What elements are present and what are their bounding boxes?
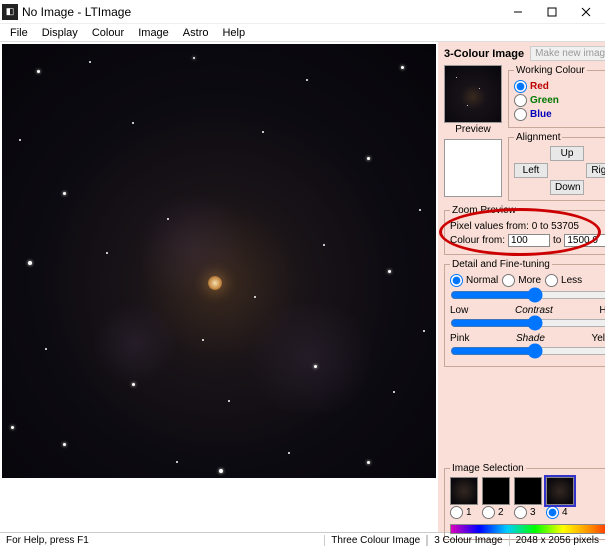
thumb-3[interactable]: [514, 477, 542, 505]
make-new-image-button[interactable]: Make new image: [530, 46, 605, 61]
fine-tuning-fieldset: Detail and Fine-tuning Normal More Less …: [444, 259, 605, 367]
radio-more[interactable]: More: [502, 274, 541, 287]
status-kind: 3 Colour Image: [427, 535, 508, 546]
radio-thumb-3[interactable]: 3: [514, 506, 542, 519]
working-colour-legend: Working Colour: [514, 65, 587, 76]
pixel-values-label: Pixel values from: 0 to 53705: [450, 221, 579, 232]
side-panel: 3-Colour Image Make new image Preview Wo…: [438, 42, 605, 532]
image-selection-legend: Image Selection: [450, 463, 526, 474]
radio-thumb-1[interactable]: 1: [450, 506, 478, 519]
zoom-preview-fieldset: Zoom Preview Pixel values from: 0 to 537…: [444, 205, 605, 255]
panel-title: 3-Colour Image: [444, 48, 524, 60]
radio-normal[interactable]: Normal: [450, 274, 498, 287]
fine-tuning-legend: Detail and Fine-tuning: [450, 259, 552, 270]
image-selection-fieldset: Image Selection 1 2 3 4: [444, 463, 605, 540]
align-left-button[interactable]: Left: [514, 163, 548, 178]
menubar: File Display Colour Image Astro Help: [0, 24, 605, 42]
radio-less[interactable]: Less: [545, 274, 582, 287]
window-title: No Image - LTImage: [22, 5, 501, 19]
menu-display[interactable]: Display: [36, 26, 84, 40]
main-area: 3-Colour Image Make new image Preview Wo…: [0, 42, 605, 532]
menu-help[interactable]: Help: [216, 26, 251, 40]
shade-slider[interactable]: [450, 344, 605, 358]
align-down-button[interactable]: Down: [550, 180, 584, 195]
status-mode: Three Colour Image: [325, 535, 427, 546]
align-up-button[interactable]: Up: [550, 146, 584, 161]
preview-block: Preview: [444, 65, 502, 205]
alignment-legend: Alignment: [514, 132, 562, 143]
minimize-button[interactable]: [501, 1, 535, 23]
zoom-preview-box[interactable]: [444, 139, 502, 197]
thumb-1[interactable]: [450, 477, 478, 505]
thumb-4[interactable]: [546, 477, 574, 505]
radio-red[interactable]: Red: [514, 80, 605, 93]
radio-thumb-2[interactable]: 2: [482, 506, 510, 519]
thumb-2[interactable]: [482, 477, 510, 505]
menu-image[interactable]: Image: [132, 26, 175, 40]
menu-file[interactable]: File: [4, 26, 34, 40]
radio-green[interactable]: Green: [514, 94, 605, 107]
menu-colour[interactable]: Colour: [86, 26, 130, 40]
alignment-fieldset: Alignment Up Left Right Down: [508, 132, 605, 201]
statusbar: For Help, press F1 Three Colour Image 3 …: [0, 532, 605, 548]
preview-thumbnail[interactable]: [444, 65, 502, 123]
working-colour-fieldset: Working Colour Red Green Blue: [508, 65, 605, 128]
maximize-button[interactable]: [535, 1, 569, 23]
spectrum-bar[interactable]: [450, 524, 605, 534]
radio-blue[interactable]: Blue: [514, 108, 605, 121]
preview-label: Preview: [444, 124, 502, 135]
galaxy-image[interactable]: [2, 44, 436, 478]
status-help: For Help, press F1: [0, 535, 325, 546]
image-viewer: [0, 42, 438, 530]
colour-to-input[interactable]: [564, 234, 605, 247]
status-dims: 2048 x 2056 pixels: [509, 535, 605, 546]
detail-slider[interactable]: [450, 288, 605, 302]
app-icon: ◧: [2, 4, 18, 20]
zoom-preview-legend: Zoom Preview: [450, 205, 518, 216]
colour-from-input[interactable]: [508, 234, 550, 247]
menu-astro[interactable]: Astro: [177, 26, 215, 40]
colour-to-label: to: [553, 235, 561, 246]
close-button[interactable]: [569, 1, 603, 23]
colour-from-label: Colour from:: [450, 235, 505, 246]
align-right-button[interactable]: Right: [586, 163, 605, 178]
titlebar: ◧ No Image - LTImage: [0, 0, 605, 24]
contrast-slider[interactable]: [450, 316, 605, 330]
radio-thumb-4[interactable]: 4: [546, 506, 574, 519]
